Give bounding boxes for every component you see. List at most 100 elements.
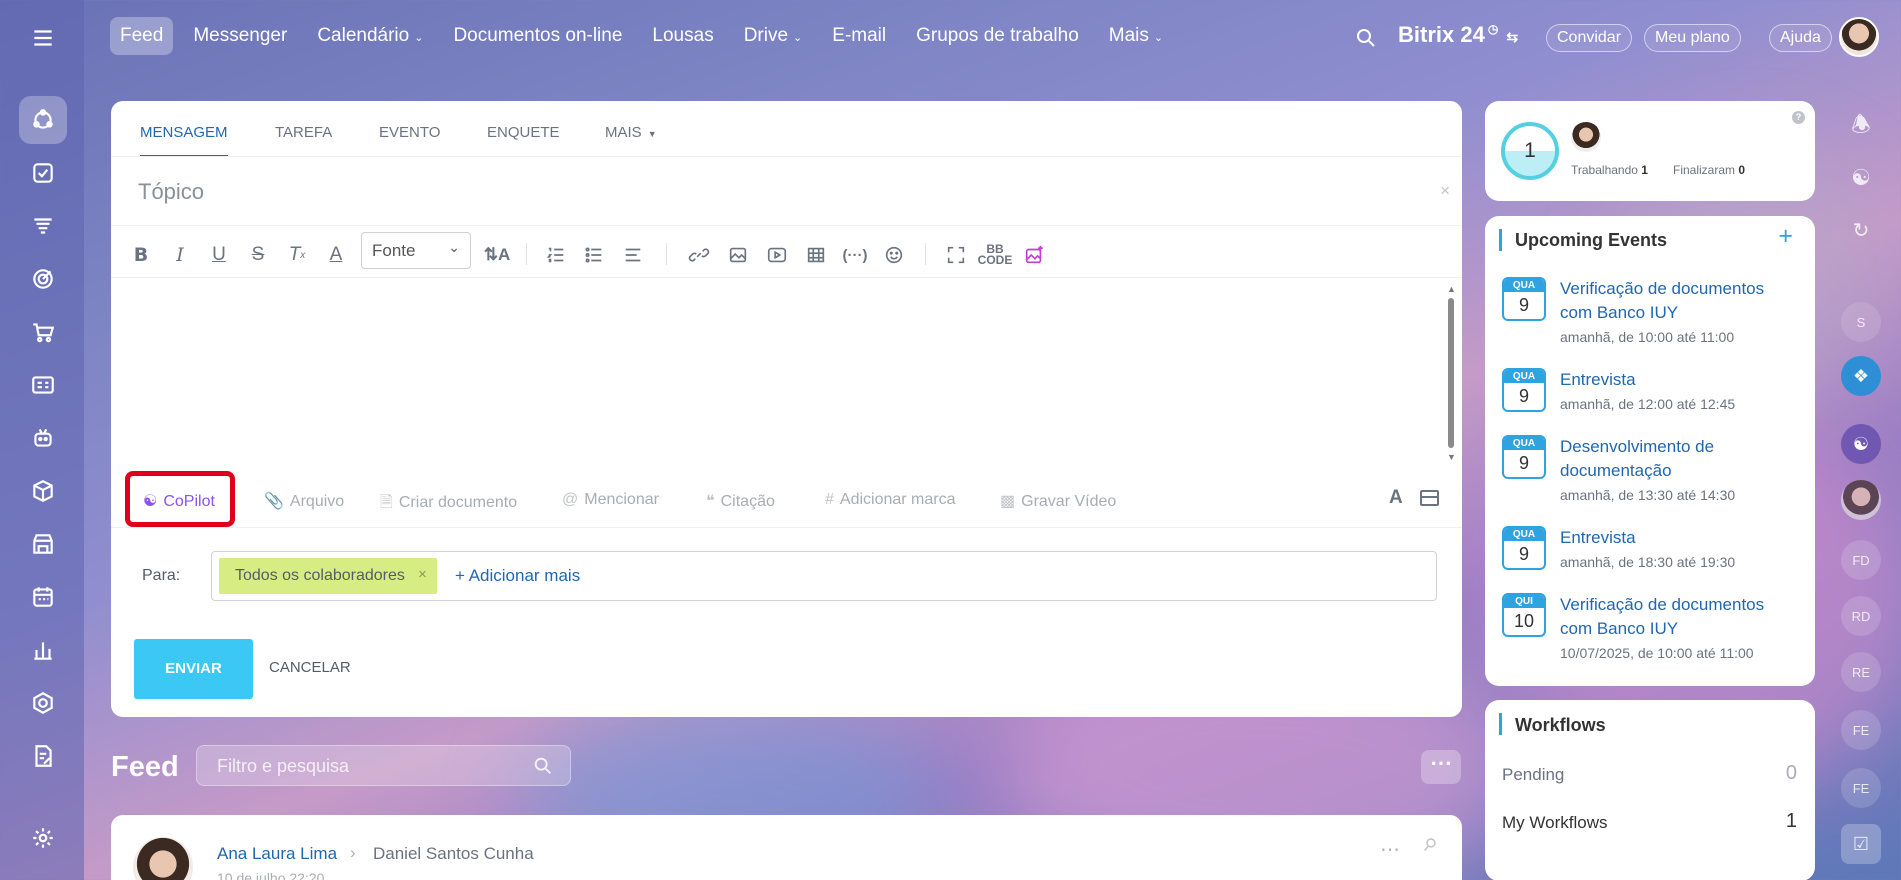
fullscreen-icon[interactable]: [942, 241, 970, 269]
create-doc-button[interactable]: 🗎 Criar documento: [380, 491, 517, 518]
contact-avatar[interactable]: FD: [1841, 540, 1881, 580]
notifications-bell-icon[interactable]: 🕭: [1841, 107, 1881, 147]
contact-avatar[interactable]: FE: [1841, 768, 1881, 808]
scrollbar-thumb[interactable]: [1448, 298, 1454, 448]
editor-scrollbar[interactable]: ▲ ▼: [1446, 284, 1456, 464]
contact-card-icon[interactable]: [19, 361, 67, 409]
search-icon[interactable]: [532, 755, 554, 777]
scroll-down-icon[interactable]: ▼: [1447, 452, 1456, 462]
nav-workgroups[interactable]: Grupos de trabalho: [906, 17, 1089, 55]
image-icon[interactable]: [724, 241, 752, 269]
analytics-icon[interactable]: [19, 626, 67, 674]
strikethrough-icon[interactable]: S: [244, 241, 272, 269]
text-format-icon[interactable]: A: [1389, 487, 1403, 509]
tasks-icon[interactable]: [19, 149, 67, 197]
font-select[interactable]: Fonte ⌄: [361, 232, 471, 269]
table-icon[interactable]: [802, 241, 830, 269]
link-icon[interactable]: [685, 241, 713, 269]
menu-icon[interactable]: [19, 14, 67, 62]
add-event-icon[interactable]: +: [1778, 222, 1793, 251]
feed-icon[interactable]: [19, 96, 67, 144]
font-color-icon[interactable]: A: [322, 241, 350, 269]
post-menu-icon[interactable]: ⋯: [1380, 837, 1400, 862]
tab-event[interactable]: EVENTO: [379, 124, 440, 141]
font-size-icon[interactable]: ⇅A: [483, 241, 511, 269]
ordered-list-icon[interactable]: [542, 241, 570, 269]
topic-input[interactable]: Tópico: [138, 179, 204, 205]
invite-button[interactable]: Convidar: [1546, 24, 1633, 52]
code-icon[interactable]: (···): [841, 241, 869, 269]
event-item[interactable]: QUI 10 Verificação de documentos com Banc…: [1502, 593, 1802, 663]
file-button[interactable]: 📎 Arquivo: [264, 491, 344, 511]
search-icon[interactable]: [1354, 26, 1378, 50]
bbcode-icon[interactable]: BB CODE: [978, 241, 1013, 269]
remove-recipient-icon[interactable]: ×: [418, 566, 427, 583]
nav-email[interactable]: E-mail: [822, 17, 896, 55]
panel-toggle-icon[interactable]: [1420, 490, 1439, 506]
contact-avatar[interactable]: RD: [1841, 596, 1881, 636]
robot-icon[interactable]: [19, 414, 67, 462]
message-body-editor[interactable]: [119, 279, 1432, 467]
event-item[interactable]: QUA 9 Entrevista amanhã, de 18:30 até 19:…: [1502, 526, 1802, 576]
pending-label[interactable]: Pending: [1502, 765, 1564, 785]
quote-button[interactable]: ❝ Citação: [706, 491, 775, 511]
close-topic-icon[interactable]: ×: [1440, 181, 1450, 201]
event-title[interactable]: Verificação de documentos com Banco IUY: [1560, 593, 1800, 641]
scroll-up-icon[interactable]: ▲: [1447, 284, 1456, 294]
contact-avatar[interactable]: RE: [1841, 652, 1881, 692]
add-tag-button[interactable]: # Adicionar marca: [825, 491, 956, 509]
copilot-chat-icon[interactable]: ☯: [1841, 158, 1881, 198]
document-sign-icon[interactable]: [19, 732, 67, 780]
contact-avatar[interactable]: S: [1841, 302, 1881, 342]
box-icon[interactable]: [19, 467, 67, 515]
sites-icon[interactable]: [19, 679, 67, 727]
crm-funnel-icon[interactable]: [19, 202, 67, 250]
post-author-link[interactable]: Ana Laura Lima: [217, 844, 337, 864]
checklist-icon[interactable]: ☑: [1841, 824, 1881, 864]
post-author-avatar[interactable]: [133, 837, 193, 880]
align-icon[interactable]: [619, 241, 647, 269]
tab-message[interactable]: MENSAGEM: [140, 124, 228, 157]
my-plan-button[interactable]: Meu plano: [1644, 24, 1741, 52]
add-more-recipients-link[interactable]: + Adicionar mais: [455, 566, 580, 586]
settings-icon[interactable]: [19, 814, 67, 862]
bullet-list-icon[interactable]: [580, 241, 608, 269]
send-button[interactable]: ENVIAR: [134, 639, 253, 699]
help-button[interactable]: Ajuda: [1769, 24, 1832, 52]
bookmark-icon[interactable]: ❖: [1841, 356, 1881, 396]
video-icon[interactable]: [763, 241, 791, 269]
event-item[interactable]: QUA 9 Entrevista amanhã, de 12:00 até 12:…: [1502, 368, 1802, 418]
contact-avatar[interactable]: FE: [1841, 710, 1881, 750]
event-title[interactable]: Verificação de documentos com Banco IUY: [1560, 277, 1800, 325]
tab-poll[interactable]: ENQUETE: [487, 124, 560, 141]
event-title[interactable]: Desenvolvimento de documentação: [1560, 435, 1800, 483]
mention-button[interactable]: @ Mencionar: [562, 491, 659, 509]
record-video-button[interactable]: ▩ Gravar Vídeo: [1000, 491, 1116, 511]
nav-online-docs[interactable]: Documentos on-line: [443, 17, 632, 55]
switch-icon[interactable]: ⇆: [1506, 29, 1518, 45]
clear-format-icon[interactable]: Tx: [283, 241, 311, 269]
underline-icon[interactable]: U: [205, 241, 233, 269]
cancel-button[interactable]: CANCELAR: [269, 659, 351, 676]
copilot-avatar-icon[interactable]: ☯: [1841, 424, 1881, 464]
event-title[interactable]: Entrevista: [1560, 526, 1800, 550]
event-title[interactable]: Entrevista: [1560, 368, 1800, 392]
nav-messenger[interactable]: Messenger: [183, 17, 297, 55]
tab-more[interactable]: MAIS ▼: [605, 124, 657, 141]
ai-image-icon[interactable]: [1020, 241, 1048, 269]
nav-feed[interactable]: Feed: [110, 17, 174, 55]
bold-icon[interactable]: B: [127, 241, 155, 269]
italic-icon[interactable]: I: [166, 241, 194, 269]
nav-more[interactable]: Mais ⌄: [1099, 17, 1173, 55]
working-user-avatar[interactable]: [1571, 122, 1601, 152]
tab-task[interactable]: TAREFA: [275, 124, 332, 141]
recipients-field[interactable]: Todos os colaboradores × + Adicionar mais: [211, 551, 1437, 601]
contact-photo-avatar[interactable]: [1841, 480, 1881, 520]
event-item[interactable]: QUA 9 Verificação de documentos com Banco…: [1502, 277, 1802, 347]
help-icon[interactable]: ?: [1792, 111, 1805, 124]
feed-filter-input[interactable]: Filtro e pesquisa: [196, 745, 571, 786]
nav-whiteboards[interactable]: Lousas: [642, 17, 723, 55]
event-item[interactable]: QUA 9 Desenvolvimento de documentação ama…: [1502, 435, 1802, 505]
feed-more-icon[interactable]: ⋯: [1421, 750, 1461, 784]
post-recipient-link[interactable]: Daniel Santos Cunha: [373, 844, 534, 864]
